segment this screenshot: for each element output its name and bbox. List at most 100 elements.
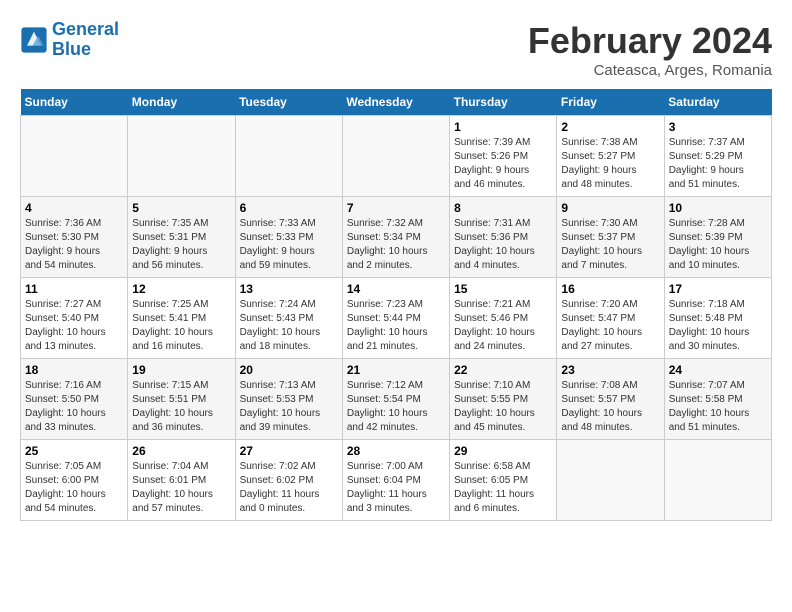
calendar-cell: 1Sunrise: 7:39 AM Sunset: 5:26 PM Daylig…	[450, 116, 557, 197]
location: Cateasca, Arges, Romania	[528, 62, 772, 79]
calendar-cell	[21, 116, 128, 197]
calendar-cell	[235, 116, 342, 197]
day-number: 3	[669, 120, 767, 134]
day-info: Sunrise: 7:31 AM Sunset: 5:36 PM Dayligh…	[454, 217, 552, 273]
calendar-cell: 27 Sunrise: 7:02 AM Sunset: 6:02 PM Dayli…	[235, 440, 342, 521]
day-number: 26	[132, 444, 230, 458]
weekday-header-friday: Friday	[557, 89, 664, 116]
calendar-table: SundayMondayTuesdayWednesdayThursdayFrid…	[20, 89, 772, 521]
logo-text: General Blue	[52, 20, 119, 60]
calendar-cell: 18Sunrise: 7:16 AM Sunset: 5:50 PM Dayli…	[21, 359, 128, 440]
calendar-cell	[557, 440, 664, 521]
day-info: Sunrise: 7:24 AM Sunset: 5:43 PM Dayligh…	[240, 298, 338, 354]
day-number: 28	[347, 444, 445, 458]
day-info: Sunrise: 7:25 AM Sunset: 5:41 PM Dayligh…	[132, 298, 230, 354]
day-info: Sunrise: 7:20 AM Sunset: 5:47 PM Dayligh…	[561, 298, 659, 354]
calendar-cell: 16 Sunrise: 7:20 AM Sunset: 5:47 PM Dayli…	[557, 278, 664, 359]
day-info: Sunrise: 7:12 AM Sunset: 5:54 PM Dayligh…	[347, 379, 445, 435]
calendar-cell	[664, 440, 771, 521]
day-info: Sunrise: 7:18 AM Sunset: 5:48 PM Dayligh…	[669, 298, 767, 354]
logo-line1: General	[52, 19, 119, 39]
day-number: 8	[454, 201, 552, 215]
calendar-cell: 9 Sunrise: 7:30 AM Sunset: 5:37 PM Daylig…	[557, 197, 664, 278]
day-number: 16	[561, 282, 659, 296]
day-number: 11	[25, 282, 123, 296]
calendar-week-3: 11 Sunrise: 7:27 AM Sunset: 5:40 PM Dayli…	[21, 278, 772, 359]
day-number: 13	[240, 282, 338, 296]
day-info: Sunrise: 7:27 AM Sunset: 5:40 PM Dayligh…	[25, 298, 123, 354]
logo-line2: Blue	[52, 39, 91, 59]
calendar-cell: 2 Sunrise: 7:38 AM Sunset: 5:27 PM Daylig…	[557, 116, 664, 197]
day-number: 2	[561, 120, 659, 134]
calendar-cell: 19 Sunrise: 7:15 AM Sunset: 5:51 PM Dayli…	[128, 359, 235, 440]
calendar-cell: 25Sunrise: 7:05 AM Sunset: 6:00 PM Dayli…	[21, 440, 128, 521]
day-info: Sunrise: 7:38 AM Sunset: 5:27 PM Dayligh…	[561, 136, 659, 192]
day-number: 7	[347, 201, 445, 215]
weekday-header-monday: Monday	[128, 89, 235, 116]
title-section: February 2024 Cateasca, Arges, Romania	[528, 20, 772, 79]
weekday-header-row: SundayMondayTuesdayWednesdayThursdayFrid…	[21, 89, 772, 116]
calendar-cell: 28 Sunrise: 7:00 AM Sunset: 6:04 PM Dayli…	[342, 440, 449, 521]
calendar-cell: 3Sunrise: 7:37 AM Sunset: 5:29 PM Daylig…	[664, 116, 771, 197]
day-number: 10	[669, 201, 767, 215]
calendar-cell: 26 Sunrise: 7:04 AM Sunset: 6:01 PM Dayli…	[128, 440, 235, 521]
day-info: Sunrise: 7:05 AM Sunset: 6:00 PM Dayligh…	[25, 460, 123, 516]
day-info: Sunrise: 7:36 AM Sunset: 5:30 PM Dayligh…	[25, 217, 123, 273]
calendar-week-1: 1Sunrise: 7:39 AM Sunset: 5:26 PM Daylig…	[21, 116, 772, 197]
calendar-cell: 12 Sunrise: 7:25 AM Sunset: 5:41 PM Dayli…	[128, 278, 235, 359]
calendar-cell: 17Sunrise: 7:18 AM Sunset: 5:48 PM Dayli…	[664, 278, 771, 359]
day-info: Sunrise: 7:08 AM Sunset: 5:57 PM Dayligh…	[561, 379, 659, 435]
calendar-cell	[128, 116, 235, 197]
day-number: 12	[132, 282, 230, 296]
day-info: Sunrise: 7:15 AM Sunset: 5:51 PM Dayligh…	[132, 379, 230, 435]
day-info: Sunrise: 7:35 AM Sunset: 5:31 PM Dayligh…	[132, 217, 230, 273]
month-year: February 2024	[528, 20, 772, 62]
calendar-week-4: 18Sunrise: 7:16 AM Sunset: 5:50 PM Dayli…	[21, 359, 772, 440]
weekday-header-thursday: Thursday	[450, 89, 557, 116]
day-number: 14	[347, 282, 445, 296]
day-number: 20	[240, 363, 338, 377]
day-info: Sunrise: 7:23 AM Sunset: 5:44 PM Dayligh…	[347, 298, 445, 354]
calendar-cell: 10Sunrise: 7:28 AM Sunset: 5:39 PM Dayli…	[664, 197, 771, 278]
day-info: Sunrise: 7:07 AM Sunset: 5:58 PM Dayligh…	[669, 379, 767, 435]
calendar-cell: 13 Sunrise: 7:24 AM Sunset: 5:43 PM Dayli…	[235, 278, 342, 359]
day-info: Sunrise: 7:39 AM Sunset: 5:26 PM Dayligh…	[454, 136, 552, 192]
calendar-cell: 29Sunrise: 6:58 AM Sunset: 6:05 PM Dayli…	[450, 440, 557, 521]
calendar-cell: 24 Sunrise: 7:07 AM Sunset: 5:58 PM Dayli…	[664, 359, 771, 440]
day-number: 29	[454, 444, 552, 458]
calendar-cell: 5 Sunrise: 7:35 AM Sunset: 5:31 PM Daylig…	[128, 197, 235, 278]
calendar-cell: 14 Sunrise: 7:23 AM Sunset: 5:44 PM Dayli…	[342, 278, 449, 359]
day-info: Sunrise: 7:02 AM Sunset: 6:02 PM Dayligh…	[240, 460, 338, 516]
day-number: 24	[669, 363, 767, 377]
day-number: 21	[347, 363, 445, 377]
day-number: 19	[132, 363, 230, 377]
day-info: Sunrise: 7:33 AM Sunset: 5:33 PM Dayligh…	[240, 217, 338, 273]
calendar-cell: 7 Sunrise: 7:32 AM Sunset: 5:34 PM Daylig…	[342, 197, 449, 278]
day-number: 5	[132, 201, 230, 215]
day-number: 22	[454, 363, 552, 377]
logo: General Blue	[20, 20, 119, 60]
day-info: Sunrise: 7:30 AM Sunset: 5:37 PM Dayligh…	[561, 217, 659, 273]
day-info: Sunrise: 7:16 AM Sunset: 5:50 PM Dayligh…	[25, 379, 123, 435]
calendar-week-5: 25Sunrise: 7:05 AM Sunset: 6:00 PM Dayli…	[21, 440, 772, 521]
calendar-cell: 4 Sunrise: 7:36 AM Sunset: 5:30 PM Daylig…	[21, 197, 128, 278]
day-number: 15	[454, 282, 552, 296]
day-number: 4	[25, 201, 123, 215]
day-info: Sunrise: 7:32 AM Sunset: 5:34 PM Dayligh…	[347, 217, 445, 273]
day-info: Sunrise: 7:13 AM Sunset: 5:53 PM Dayligh…	[240, 379, 338, 435]
day-info: Sunrise: 7:04 AM Sunset: 6:01 PM Dayligh…	[132, 460, 230, 516]
calendar-cell: 21 Sunrise: 7:12 AM Sunset: 5:54 PM Dayli…	[342, 359, 449, 440]
day-info: Sunrise: 7:00 AM Sunset: 6:04 PM Dayligh…	[347, 460, 445, 516]
weekday-header-sunday: Sunday	[21, 89, 128, 116]
calendar-cell: 6 Sunrise: 7:33 AM Sunset: 5:33 PM Daylig…	[235, 197, 342, 278]
calendar-cell: 11 Sunrise: 7:27 AM Sunset: 5:40 PM Dayli…	[21, 278, 128, 359]
weekday-header-wednesday: Wednesday	[342, 89, 449, 116]
weekday-header-tuesday: Tuesday	[235, 89, 342, 116]
day-number: 27	[240, 444, 338, 458]
calendar-cell: 22Sunrise: 7:10 AM Sunset: 5:55 PM Dayli…	[450, 359, 557, 440]
day-number: 9	[561, 201, 659, 215]
logo-icon	[20, 26, 48, 54]
calendar-week-2: 4 Sunrise: 7:36 AM Sunset: 5:30 PM Daylig…	[21, 197, 772, 278]
day-number: 6	[240, 201, 338, 215]
calendar-cell: 20 Sunrise: 7:13 AM Sunset: 5:53 PM Dayli…	[235, 359, 342, 440]
